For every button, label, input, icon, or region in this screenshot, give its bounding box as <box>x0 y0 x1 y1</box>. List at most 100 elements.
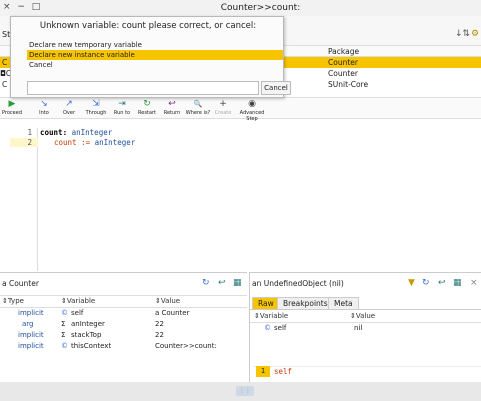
step-over-icon: ↗ <box>65 99 73 109</box>
row-variable: anInteger <box>71 320 105 328</box>
line-number: 1 <box>27 128 32 137</box>
magnifier-icon: 🔍 <box>193 100 203 108</box>
status-bar: ⋮⋮ <box>0 382 481 401</box>
restart-icon: ↻ <box>143 99 151 109</box>
proceed-label: Proceed <box>1 110 22 116</box>
row-type: implicit <box>18 342 44 350</box>
header-divider <box>0 295 247 296</box>
filter-icon[interactable]: ▼ <box>408 278 415 288</box>
value-column-header[interactable]: ⇕Value <box>155 297 180 305</box>
title-bar: × − □ Counter>>count: <box>0 0 481 16</box>
row-value: Counter>>count: <box>155 342 217 350</box>
return-button[interactable]: ↩ Return <box>161 98 183 120</box>
object-icon: © <box>264 324 271 332</box>
row-variable: self <box>274 324 287 332</box>
row-value: a Counter <box>155 309 190 317</box>
step-into-icon: ↘ <box>40 99 48 109</box>
run-to-label: Run to <box>113 110 131 116</box>
run-to-button[interactable]: ⇥ Run to <box>112 98 132 120</box>
code-line-2[interactable]: count := anInteger <box>54 138 135 147</box>
sigma-icon: Σ <box>61 331 66 339</box>
row-type: arg <box>22 320 34 328</box>
assigned-argument: anInteger <box>94 138 136 147</box>
line-number: 1 <box>256 366 270 377</box>
cancel-button[interactable]: Cancel <box>261 81 291 95</box>
row-variable: stackTop <box>71 331 102 339</box>
stack-label: St <box>2 30 11 39</box>
window-title: Counter>>count: <box>220 3 301 13</box>
create-button[interactable]: + Create <box>214 98 232 120</box>
stack-row-package: SUnit-Core <box>328 80 369 89</box>
method-selector: count: <box>40 128 68 137</box>
method-argument: anInteger <box>71 128 113 137</box>
resize-handle-icon[interactable]: ⋮⋮ <box>236 386 254 396</box>
tab-divider <box>250 309 481 310</box>
refresh-icon[interactable]: ↻ <box>202 278 210 288</box>
play-icon: ▶ <box>8 99 16 109</box>
code-line-1[interactable]: count: anInteger <box>40 128 112 137</box>
row-variable: thisContext <box>71 342 112 350</box>
declare-instance-option[interactable]: Declare new instance variable <box>27 50 283 60</box>
variable-column-header[interactable]: ⇕Variable <box>254 312 288 320</box>
where-is-button[interactable]: 🔍 Where is? <box>185 98 211 120</box>
over-label: Over <box>62 110 76 116</box>
stack-row-package: Counter <box>328 69 358 78</box>
restart-button[interactable]: ↻ Restart <box>136 98 158 120</box>
tab-raw[interactable]: Raw <box>252 297 280 309</box>
create-label: Create <box>214 110 232 116</box>
advanced-step-icon: ◉ <box>248 99 256 109</box>
variable-column-header[interactable]: ⇕Variable <box>61 297 95 305</box>
into-label: Into <box>39 110 49 116</box>
line-number: 2 <box>10 138 38 147</box>
declare-temporary-option[interactable]: Declare new temporary variable <box>27 40 283 50</box>
restart-label: Restart <box>138 110 156 116</box>
context-inspector: a Counter ↻ ↩ ▦ ⇕Type ⇕Variable ⇕Value i… <box>0 272 247 362</box>
stack-row-marker: C <box>2 58 8 67</box>
over-button[interactable]: ↗ Over <box>60 98 78 120</box>
advanced-step-button[interactable]: ◉ Advanced Step <box>234 98 270 122</box>
line-number-gutter: 1 2 <box>10 128 38 271</box>
back-arrow-icon[interactable]: ↩ <box>438 278 446 288</box>
proceed-button[interactable]: ▶ Proceed <box>1 98 23 120</box>
extra-icon[interactable]: ⚙ <box>471 29 479 39</box>
back-arrow-icon[interactable]: ↩ <box>218 278 226 288</box>
row-value: 22 <box>155 331 164 339</box>
unknown-variable-dialog: Unknown variable: count please correct, … <box>10 16 291 98</box>
debugger-toolbar: ▶ Proceed ↘ Into ↗ Over ⇲ Through ⇥ Run … <box>0 97 481 122</box>
sigma-icon: Σ <box>61 320 66 328</box>
close-icon[interactable]: × <box>470 278 478 288</box>
through-button[interactable]: ⇲ Through <box>84 98 108 120</box>
dialog-title: Unknown variable: count please correct, … <box>39 21 257 31</box>
inspector-code-line[interactable]: self <box>274 366 292 377</box>
package-column-header[interactable]: Package <box>328 46 359 57</box>
header-divider <box>0 307 247 308</box>
undeclared-variable: count <box>54 138 77 147</box>
plus-icon: + <box>219 99 227 109</box>
cancel-option[interactable]: Cancel <box>27 60 283 70</box>
return-icon: ↩ <box>168 99 176 109</box>
through-label: Through <box>85 110 107 116</box>
object-icon: © <box>61 309 68 317</box>
step-through-icon: ⇲ <box>92 99 100 109</box>
pane-title: an UndefinedObject (nil) <box>252 279 344 288</box>
type-column-header[interactable]: ⇕Type <box>2 297 24 305</box>
grid-icon[interactable]: ▦ <box>453 278 462 288</box>
tab-meta[interactable]: Meta <box>328 297 359 309</box>
into-button[interactable]: ↘ Into <box>36 98 52 120</box>
grid-icon[interactable]: ▦ <box>233 278 242 288</box>
return-label: Return <box>163 110 181 116</box>
stack-row-marker: C <box>2 80 8 89</box>
row-variable: self <box>71 309 84 317</box>
value-column-header[interactable]: ⇕Value <box>350 312 375 320</box>
where-is-label: Where is? <box>185 110 211 116</box>
tab-breakpoints[interactable]: Breakpoints <box>277 297 334 309</box>
row-type: implicit <box>18 309 44 317</box>
header-divider <box>250 322 481 323</box>
stack-row-package: Counter <box>328 58 358 67</box>
run-to-icon: ⇥ <box>118 99 126 109</box>
refresh-icon[interactable]: ↻ <box>422 278 430 288</box>
correction-input[interactable] <box>27 81 259 95</box>
row-value: nil <box>354 324 363 332</box>
sort-icon[interactable]: ↓⇅ <box>455 29 470 39</box>
object-icon: © <box>61 342 68 350</box>
